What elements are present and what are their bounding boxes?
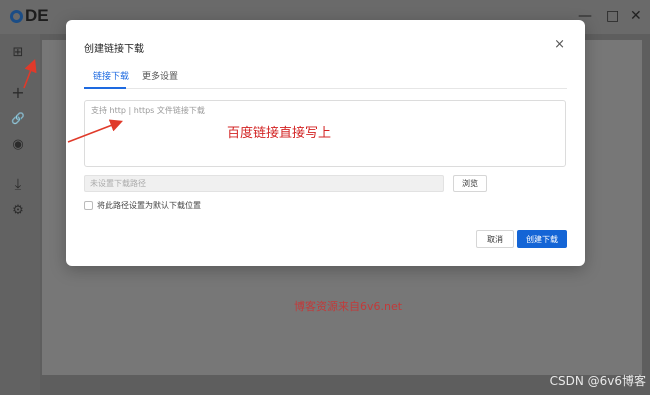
logo-ring-icon	[10, 9, 23, 23]
download-icon[interactable]: ⤓	[10, 175, 26, 193]
active-tab-indicator	[84, 87, 126, 89]
plus-icon[interactable]: +	[10, 83, 26, 102]
create-download-button[interactable]: 创建下载	[517, 230, 567, 248]
tab-label: 链接下载	[93, 72, 130, 82]
link-icon[interactable]: 🔗	[10, 110, 26, 126]
credit-text: CSDN @6v6博客	[549, 374, 646, 388]
default-path-checkbox[interactable]	[84, 201, 93, 210]
tab-more-settings[interactable]: 更多设置	[142, 69, 178, 82]
download-path-input[interactable]	[84, 175, 444, 192]
cancel-button[interactable]: 取消	[476, 230, 514, 248]
tab-label: 更多设置	[142, 72, 179, 82]
settings-icon[interactable]: ⚙	[10, 202, 26, 218]
url-hint-annotation: 百度链接直接写上	[227, 126, 332, 141]
default-path-label: 将此路径设置为默认下载位置	[97, 201, 201, 210]
dialog-title: 创建链接下载	[84, 44, 144, 55]
grid-icon[interactable]: ⊞	[10, 44, 26, 60]
create-link-download-dialog: 创建链接下载 × 链接下载 更多设置 百度链接直接写上 浏览 将此路径设置为默认…	[66, 20, 585, 266]
close-icon[interactable]: ×	[554, 37, 565, 52]
sidebar: ⊞ + 🔗 ◉ ⤓ ⚙	[0, 34, 40, 395]
tab-link-download[interactable]: 链接下载	[93, 69, 129, 82]
close-window-button[interactable]: ✕	[630, 8, 642, 24]
logo-text: DE	[25, 6, 49, 25]
app-logo: DE	[10, 6, 49, 26]
watermark-text: 博客资源来自6v6.net	[294, 300, 403, 313]
user-icon[interactable]: ◉	[10, 136, 26, 152]
maximize-button[interactable]: □	[606, 8, 619, 24]
dialog-tabs: 链接下载 更多设置	[84, 68, 567, 89]
browse-button[interactable]: 浏览	[453, 175, 487, 192]
